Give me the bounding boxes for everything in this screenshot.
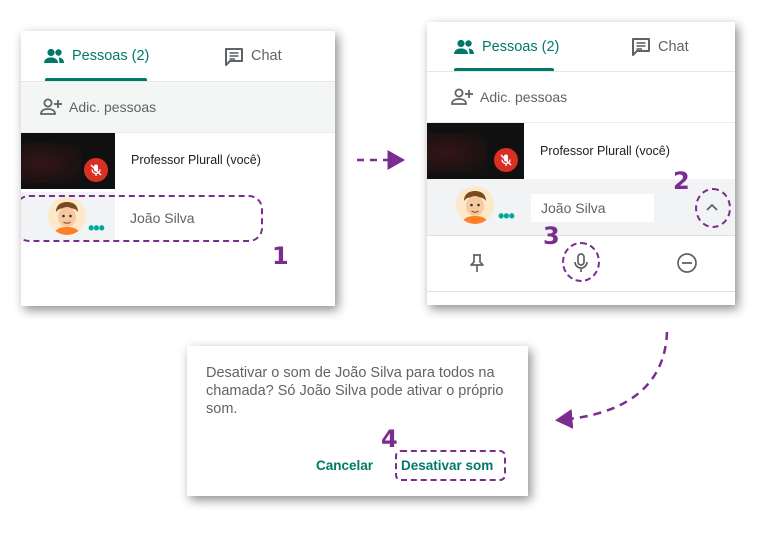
arrow-step3-to-dialog	[555, 331, 669, 429]
annotation-arrows	[357, 150, 669, 429]
